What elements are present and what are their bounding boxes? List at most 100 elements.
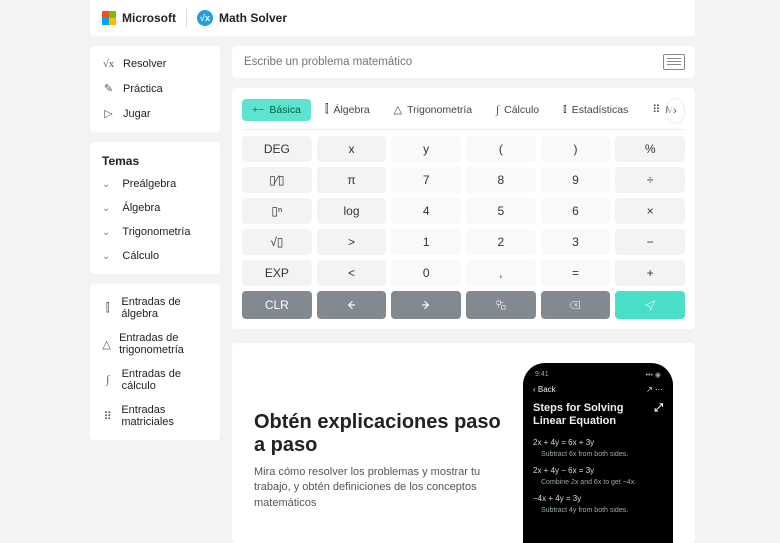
backspace-button[interactable] xyxy=(541,291,611,319)
topic-label: Preálgebra xyxy=(122,178,176,190)
sidebar-item-jugar[interactable]: ▷ Jugar xyxy=(90,101,220,126)
sidebar-topics-card: Temas ⌄ Preálgebra ⌄ Álgebra ⌄ Trigonome… xyxy=(90,142,220,274)
clear-button[interactable]: CLR xyxy=(242,291,312,319)
category-tabs: +− Básica ⫿ Álgebra △ Trigonometría ∫ Cá… xyxy=(242,98,685,130)
topics-heading: Temas xyxy=(90,148,220,172)
microsoft-icon xyxy=(102,11,116,25)
key-log[interactable]: log xyxy=(317,198,387,224)
key-[interactable]: ÷ xyxy=(615,167,685,193)
key-[interactable]: ( xyxy=(466,136,536,162)
key-[interactable]: , xyxy=(466,260,536,286)
sidebar: √x Resolver ✎ Práctica ▷ Jugar Temas ⌄ P… xyxy=(90,46,220,543)
calc-inputs-icon: ∫ xyxy=(102,374,114,386)
tabs-scroll-right[interactable]: › xyxy=(665,98,685,124)
phone-title: Steps for Solving Linear Equation xyxy=(533,402,654,428)
key-9[interactable]: 9 xyxy=(541,167,611,193)
submit-button[interactable] xyxy=(615,291,685,319)
key-[interactable]: − xyxy=(615,229,685,255)
key-8[interactable]: 8 xyxy=(466,167,536,193)
algebra-inputs-icon: ⫿ xyxy=(102,302,113,315)
key-2[interactable]: 2 xyxy=(466,229,536,255)
practica-icon: ✎ xyxy=(102,82,115,95)
sidebar-item-practica[interactable]: ✎ Práctica xyxy=(90,76,220,101)
key-deg[interactable]: DEG xyxy=(242,136,312,162)
key-3[interactable]: 3 xyxy=(541,229,611,255)
tab-label: Básica xyxy=(269,104,301,116)
inputs-matriciales[interactable]: ⠿ Entradas matriciales xyxy=(90,398,220,434)
key-7[interactable]: 7 xyxy=(391,167,461,193)
tab-estadisticas[interactable]: ⫾ Estadísticas xyxy=(553,98,638,121)
key-frac[interactable]: ▯⁄▯ xyxy=(242,167,312,193)
key-[interactable]: < xyxy=(317,260,387,286)
search-input[interactable] xyxy=(232,46,663,78)
search-card xyxy=(232,46,695,78)
phone-back: ‹ Back xyxy=(533,385,556,394)
phone-nav: ‹ Back ↗ ⋯ xyxy=(531,383,665,400)
inputs-algebra[interactable]: ⫿ Entradas de álgebra xyxy=(90,290,220,326)
key-[interactable]: × xyxy=(615,198,685,224)
shuffle-button[interactable] xyxy=(466,291,536,319)
key-[interactable]: = xyxy=(541,260,611,286)
microsoft-logo[interactable]: Microsoft xyxy=(102,11,176,25)
arrow-left-button[interactable] xyxy=(317,291,387,319)
chevron-down-icon: ⌄ xyxy=(102,203,110,214)
topic-label: Cálculo xyxy=(122,250,159,262)
shuffle-icon xyxy=(494,298,508,312)
calculo-icon: ∫ xyxy=(496,104,499,116)
math-solver-icon: √x xyxy=(197,10,213,26)
topic-prealgebra[interactable]: ⌄ Preálgebra xyxy=(90,172,220,196)
tab-label: Estadísticas xyxy=(572,104,629,116)
topic-calculo[interactable]: ⌄ Cálculo xyxy=(90,244,220,268)
sidebar-item-label: Resolver xyxy=(123,58,166,70)
tab-trigonometria[interactable]: △ Trigonometría xyxy=(384,98,482,121)
sidebar-inputs-card: ⫿ Entradas de álgebra △ Entradas de trig… xyxy=(90,284,220,440)
backspace-icon xyxy=(568,298,582,312)
sidebar-item-resolver[interactable]: √x Resolver xyxy=(90,52,220,76)
key-[interactable]: π xyxy=(317,167,387,193)
promo-card: Obtén explicaciones paso a paso Mira cóm… xyxy=(232,343,695,543)
arrow-right-button[interactable] xyxy=(391,291,461,319)
key-5[interactable]: 5 xyxy=(466,198,536,224)
key-x[interactable]: x xyxy=(317,136,387,162)
arrow-right-icon xyxy=(419,298,433,312)
promo-text: Obtén explicaciones paso a paso Mira cóm… xyxy=(254,363,503,543)
trig-icon: △ xyxy=(394,103,402,116)
tab-algebra[interactable]: ⫿ Álgebra xyxy=(315,98,380,121)
arrow-left-icon xyxy=(344,298,358,312)
promo-body: Mira cómo resolver los problemas y mostr… xyxy=(254,465,503,511)
keyboard-icon[interactable] xyxy=(663,54,685,70)
topic-algebra[interactable]: ⌄ Álgebra xyxy=(90,196,220,220)
key-[interactable]: ) xyxy=(541,136,611,162)
topic-label: Trigonometría xyxy=(122,226,190,238)
key-[interactable]: √▯ xyxy=(242,229,312,255)
basica-icon: +− xyxy=(252,104,264,116)
key-[interactable]: > xyxy=(317,229,387,255)
phone-step: Subtract 6x from both sides. xyxy=(531,449,665,464)
phone-step: Combine 2x and 6x to get −4x. xyxy=(531,477,665,492)
key-y[interactable]: y xyxy=(391,136,461,162)
key-6[interactable]: 6 xyxy=(541,198,611,224)
key-4[interactable]: 4 xyxy=(391,198,461,224)
promo-title: Obtén explicaciones paso a paso xyxy=(254,411,503,457)
key-pow[interactable]: ▯ⁿ xyxy=(242,198,312,224)
inputs-trigonometria[interactable]: △ Entradas de trigonometría xyxy=(90,326,220,362)
key-exp[interactable]: EXP xyxy=(242,260,312,286)
tab-basica[interactable]: +− Básica xyxy=(242,99,311,121)
key-0[interactable]: 0 xyxy=(391,260,461,286)
trig-inputs-icon: △ xyxy=(102,338,111,351)
tab-calculo[interactable]: ∫ Cálculo xyxy=(486,99,549,121)
inputs-label: Entradas de cálculo xyxy=(122,368,208,392)
separator xyxy=(186,9,187,27)
chevron-down-icon: ⌄ xyxy=(102,227,110,238)
inputs-label: Entradas de trigonometría xyxy=(119,332,208,356)
brand-text: Microsoft xyxy=(122,11,176,25)
app-name: Math Solver xyxy=(219,11,287,25)
phone-mockup: 9:41 ••• ◉ ‹ Back ↗ ⋯ Steps for Solving … xyxy=(523,363,673,543)
key-1[interactable]: 1 xyxy=(391,229,461,255)
phone-time: 9:41 xyxy=(535,371,549,379)
math-solver-logo[interactable]: √x Math Solver xyxy=(197,10,287,26)
topic-trigonometria[interactable]: ⌄ Trigonometría xyxy=(90,220,220,244)
key-[interactable]: % xyxy=(615,136,685,162)
key-[interactable]: + xyxy=(615,260,685,286)
inputs-calculo[interactable]: ∫ Entradas de cálculo xyxy=(90,362,220,398)
